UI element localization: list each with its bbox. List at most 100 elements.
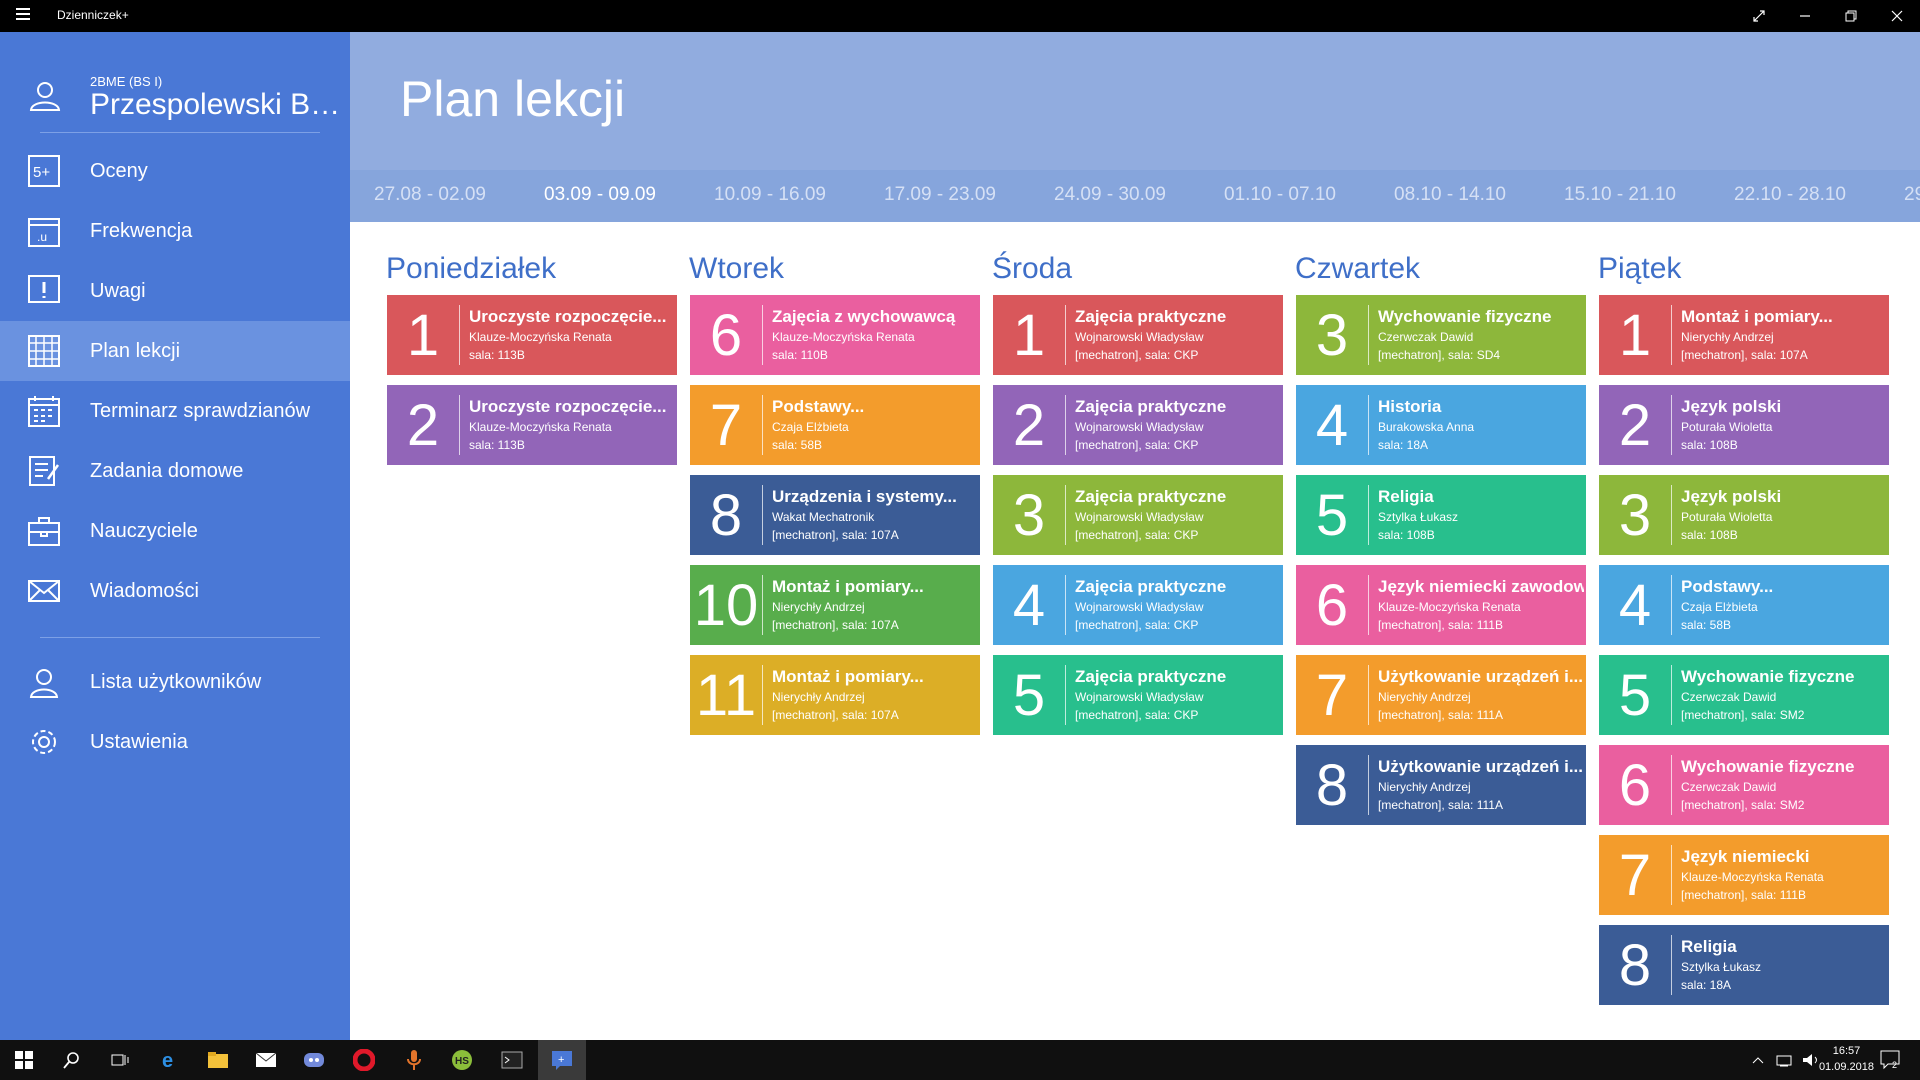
user-profile[interactable]: 2BME (BS I) Przespolewski Bar... [0, 68, 350, 138]
nav-item-uwagi[interactable]: Uwagi [0, 261, 350, 321]
lesson-tile[interactable]: 6 Wychowanie fizyczne Czerwczak Dawid [m… [1599, 745, 1889, 825]
week-tab[interactable]: 27.08 - 02.09 [374, 184, 486, 206]
lesson-tile[interactable]: 3 Język polski Poturała Wioletta sala: 1… [1599, 475, 1889, 555]
nav-item-plan-lekcji[interactable]: Plan lekcji [0, 321, 350, 381]
lesson-tile[interactable]: 8 Użytkowanie urządzeń i... Nierychły An… [1296, 745, 1586, 825]
opera-icon[interactable] [340, 1040, 388, 1080]
svg-text:e: e [162, 1050, 173, 1071]
taskbar: e HS + 16:57 01.09.2018 2 [0, 1040, 1920, 1080]
lesson-tile[interactable]: 1 Uroczyste rozpoczęcie... Klauze-Moczyń… [387, 295, 677, 375]
lesson-number: 7 [709, 392, 743, 458]
lesson-teacher: Wojnarowski Władysław [1075, 510, 1204, 524]
lesson-teacher: Klauze-Moczyńska Renata [772, 330, 915, 344]
lesson-tile[interactable]: 5 Zajęcia praktyczne Wojnarowski Władysł… [993, 655, 1283, 735]
lesson-room: sala: 18A [1378, 438, 1429, 452]
network-icon[interactable] [1776, 1040, 1794, 1080]
lesson-tile[interactable]: 2 Język polski Poturała Wioletta sala: 1… [1599, 385, 1889, 465]
fullscreen-icon[interactable] [1736, 0, 1782, 32]
volume-icon[interactable] [1802, 1040, 1820, 1080]
lesson-room: [mechatron], sala: CKP [1075, 708, 1199, 722]
lesson-room: [mechatron], sala: CKP [1075, 438, 1199, 452]
edge-icon[interactable]: e [146, 1040, 194, 1080]
discord-icon[interactable] [290, 1040, 338, 1080]
lesson-number: 5 [1315, 482, 1349, 548]
week-tab[interactable]: 24.09 - 30.09 [1054, 184, 1166, 206]
lesson-teacher: Sztylka Łukasz [1681, 960, 1762, 974]
hamburger-menu-icon[interactable] [16, 8, 30, 22]
week-tab-selected[interactable]: 03.09 - 09.09 [544, 184, 656, 206]
nav-item-nauczyciele[interactable]: Nauczyciele [0, 501, 350, 561]
lesson-tile[interactable]: 10 Montaż i pomiary... Nierychły Andrzej… [690, 565, 980, 645]
lesson-subject: Montaż i pomiary... [772, 577, 924, 596]
search-icon[interactable] [48, 1040, 96, 1080]
lesson-number: 7 [1315, 662, 1349, 728]
lesson-tile[interactable]: 3 Zajęcia praktyczne Wojnarowski Władysł… [993, 475, 1283, 555]
lesson-tile[interactable]: 4 Podstawy... Czaja Elżbieta sala: 58B [1599, 565, 1889, 645]
lesson-teacher: Nierychły Andrzej [772, 690, 865, 704]
lesson-teacher: Czaja Elżbieta [772, 420, 849, 434]
lesson-tile[interactable]: 1 Montaż i pomiary... Nierychły Andrzej … [1599, 295, 1889, 375]
svg-text:2: 2 [1892, 1060, 1897, 1070]
lesson-tile[interactable]: 8 Urządzenia i systemy... Wakat Mechatro… [690, 475, 980, 555]
nav-item-frekwencja[interactable]: .u Frekwencja [0, 201, 350, 261]
lesson-room: sala: 110B [772, 348, 828, 362]
week-tab[interactable]: 01.10 - 07.10 [1224, 184, 1336, 206]
nav-item-lista-uzytkownikow[interactable]: Lista użytkowników [0, 652, 350, 712]
lesson-teacher: Wojnarowski Władysław [1075, 600, 1204, 614]
day-header-tuesday: Wtorek [689, 252, 785, 285]
nav-item-wiadomosci[interactable]: Wiadomości [0, 561, 350, 621]
mail-app-icon[interactable] [242, 1040, 290, 1080]
lesson-tile[interactable]: 7 Użytkowanie urządzeń i... Nierychły An… [1296, 655, 1586, 735]
nav-item-zadania-domowe[interactable]: Zadania domowe [0, 441, 350, 501]
lesson-tile[interactable]: 7 Język niemiecki Klauze-Moczyńska Renat… [1599, 835, 1889, 915]
minimize-button[interactable] [1782, 0, 1828, 32]
lesson-number: 6 [709, 302, 743, 368]
lesson-tile[interactable]: 7 Podstawy... Czaja Elżbieta sala: 58B [690, 385, 980, 465]
start-button[interactable] [0, 1040, 48, 1080]
lesson-teacher: Wojnarowski Władysław [1075, 330, 1204, 344]
lesson-tile[interactable]: 6 Język niemiecki zawodowy Klauze-Moczyń… [1296, 565, 1586, 645]
svg-text:HS: HS [455, 1056, 469, 1067]
microphone-icon[interactable] [390, 1040, 438, 1080]
teachers-icon [28, 517, 60, 546]
hs-app-icon[interactable]: HS [438, 1040, 486, 1080]
lesson-tile[interactable]: 3 Wychowanie fizyczne Czerwczak Dawid [m… [1296, 295, 1586, 375]
week-tab[interactable]: 17.09 - 23.09 [884, 184, 996, 206]
lesson-tile[interactable]: 4 Historia Burakowska Anna sala: 18A [1296, 385, 1586, 465]
tray-chevron-icon[interactable] [1752, 1040, 1764, 1080]
lesson-tile[interactable]: 5 Wychowanie fizyczne Czerwczak Dawid [m… [1599, 655, 1889, 735]
windows-icon [15, 1051, 33, 1069]
lesson-tile[interactable]: 2 Zajęcia praktyczne Wojnarowski Władysł… [993, 385, 1283, 465]
terminal-icon[interactable] [488, 1040, 536, 1080]
lesson-tile[interactable]: 8 Religia Sztylka Łukasz sala: 18A [1599, 925, 1889, 1005]
nav-item-terminarz[interactable]: Terminarz sprawdzianów [0, 381, 350, 441]
lesson-tile[interactable]: 11 Montaż i pomiary... Nierychły Andrzej… [690, 655, 980, 735]
lesson-room: sala: 108B [1681, 528, 1738, 542]
lesson-tile[interactable]: 1 Zajęcia praktyczne Wojnarowski Władysł… [993, 295, 1283, 375]
lesson-tile[interactable]: 4 Zajęcia praktyczne Wojnarowski Władysł… [993, 565, 1283, 645]
week-tab[interactable]: 08.10 - 14.10 [1394, 184, 1506, 206]
week-tab[interactable]: 22.10 - 28.10 [1734, 184, 1846, 206]
lesson-teacher: Klauze-Moczyńska Renata [469, 420, 612, 434]
week-tab[interactable]: 29 [1904, 184, 1920, 206]
lesson-tile[interactable]: 2 Uroczyste rozpoczęcie... Klauze-Moczyń… [387, 385, 677, 465]
lesson-tile[interactable]: 6 Zajęcia z wychowawcą Klauze-Moczyńska … [690, 295, 980, 375]
notifications-icon[interactable]: 2 [1880, 1040, 1902, 1080]
lesson-room: sala: 18A [1681, 978, 1732, 992]
lesson-room: [mechatron], sala: SD4 [1378, 348, 1501, 362]
lesson-number: 8 [1315, 752, 1349, 818]
nav-item-ustawienia[interactable]: Ustawienia [0, 712, 350, 772]
lesson-number: 1 [1618, 302, 1652, 368]
lesson-tile[interactable]: 5 Religia Sztylka Łukasz sala: 108B [1296, 475, 1586, 555]
system-clock[interactable]: 16:57 01.09.2018 [1819, 1043, 1874, 1075]
homework-icon [29, 456, 60, 486]
restore-button[interactable] [1828, 0, 1874, 32]
week-tab[interactable]: 15.10 - 21.10 [1564, 184, 1676, 206]
close-button[interactable] [1874, 0, 1920, 32]
file-explorer-icon[interactable] [194, 1040, 242, 1080]
lesson-subject: Język niemiecki zawodowy [1378, 577, 1584, 596]
week-tab[interactable]: 10.09 - 16.09 [714, 184, 826, 206]
task-view-icon[interactable] [96, 1040, 144, 1080]
nav-item-oceny[interactable]: 5+ Oceny [0, 141, 350, 201]
dzienniczek-app-icon[interactable]: + [538, 1040, 586, 1080]
